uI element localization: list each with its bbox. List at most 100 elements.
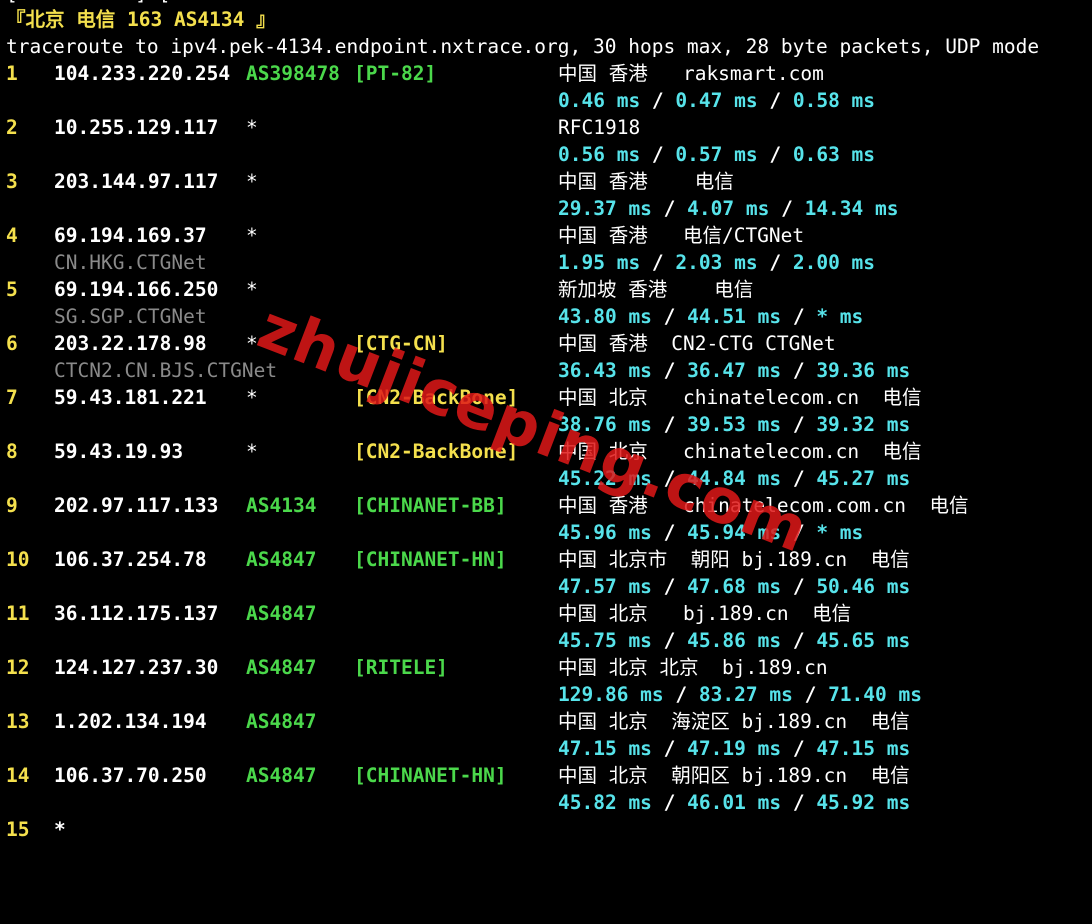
hop-number: 14 [6, 764, 30, 787]
hop-tag: [CTG-CN] [354, 332, 448, 355]
traceroute-command: traceroute to ipv4.pek-4134.endpoint.nxt… [6, 35, 1040, 58]
rtt-value: 71.40 ms [828, 683, 922, 706]
rtt-separator: / [781, 737, 817, 760]
hop-number: 6 [6, 332, 18, 355]
rtt-value: 45.86 ms [687, 629, 782, 652]
rtt-value: 36.47 ms [687, 359, 782, 382]
hop-rdns: SG.SGP.CTGNet [54, 305, 207, 328]
hop-location: 中国 北京 bj.189.cn 电信 [558, 602, 852, 625]
terminal-window[interactable]: [ ] [ 『北京 电信 163 AS4134 』 traceroute to … [0, 0, 1092, 842]
rtt-value: 47.15 ms [558, 737, 652, 760]
rtt-separator: / [781, 467, 817, 490]
hop-location: 中国 北京 chinatelecom.cn 电信 [558, 386, 922, 409]
hop-location: RFC1918 [558, 116, 641, 139]
hop-row-15: 15 * [6, 816, 66, 843]
hop-number: 11 [6, 602, 30, 625]
hop-rtt: 1.95 ms / 2.03 ms / 2.00 ms [558, 249, 875, 276]
rtt-separator: / [781, 521, 817, 544]
hop-number: 7 [6, 386, 18, 409]
rtt-value: 45.94 ms [687, 521, 782, 544]
rtt-separator: / [640, 143, 676, 166]
hop-rtt: 0.46 ms / 0.47 ms / 0.58 ms [558, 87, 875, 114]
hop-rtt: 38.76 ms / 39.53 ms / 39.32 ms [558, 411, 910, 438]
rtt-value: 50.46 ms [816, 575, 911, 598]
hop-rtt: 47.15 ms / 47.19 ms / 47.15 ms [558, 735, 910, 762]
rtt-value: 43.80 ms [558, 305, 652, 328]
rtt-value: 39.53 ms [687, 413, 782, 436]
hop-ip: 203.144.97.117 [54, 170, 219, 193]
rtt-value: 129.86 ms [558, 683, 664, 706]
hop-rtt: 43.80 ms / 44.51 ms / * ms [558, 303, 863, 330]
hop-rtt: 47.57 ms / 47.68 ms / 50.46 ms [558, 573, 910, 600]
hop-ip: 59.43.19.93 [54, 440, 184, 463]
hop-ip: 69.194.166.250 [54, 278, 219, 301]
hop-ip: 1.202.134.194 [54, 710, 207, 733]
hop-number: 10 [6, 548, 30, 571]
rtt-separator: / [651, 521, 688, 544]
rtt-separator: / [651, 413, 688, 436]
hop-location: 中国 北京市 朝阳 bj.189.cn 电信 [558, 548, 910, 571]
rtt-value: 47.15 ms [816, 737, 911, 760]
hop-location: 中国 北京 海淀区 bj.189.cn 电信 [558, 710, 910, 733]
hop-tag: [CHINANET-HN] [354, 548, 507, 571]
rtt-separator: / [781, 305, 817, 328]
rtt-value: * ms [816, 305, 864, 328]
hop-asn: AS4847 [246, 548, 317, 571]
cut-off-line: [ ] [ [6, 0, 170, 4]
hop-ip: 106.37.70.250 [54, 764, 207, 787]
rtt-value: 45.75 ms [558, 629, 652, 652]
rtt-value: 36.43 ms [558, 359, 652, 382]
hop-location: 中国 香港 CN2-CTG CTGNet [558, 332, 836, 355]
rtt-separator: / [781, 413, 817, 436]
rtt-separator: / [640, 251, 676, 274]
rtt-value: 29.37 ms [558, 197, 652, 220]
hop-rtt: 45.75 ms / 45.86 ms / 45.65 ms [558, 627, 910, 654]
hop-tag: [CHINANET-BB] [354, 494, 507, 517]
rtt-value: 46.01 ms [687, 791, 782, 814]
rtt-value: 45.65 ms [816, 629, 911, 652]
rtt-value: 14.34 ms [804, 197, 899, 220]
rtt-value: 83.27 ms [698, 683, 793, 706]
hop-number: 15 [6, 818, 30, 841]
hop-ip: 124.127.237.30 [54, 656, 219, 679]
hop-rtt: 36.43 ms / 36.47 ms / 39.36 ms [558, 357, 910, 384]
rtt-separator: / [769, 197, 805, 220]
rtt-separator: / [757, 89, 793, 112]
hop-location: 中国 香港 chinatelecom.com.cn 电信 [558, 494, 969, 517]
hop-asn: * [246, 386, 258, 409]
rtt-value: 1.95 ms [558, 251, 641, 274]
rtt-value: 2.03 ms [675, 251, 758, 274]
hop-location: 中国 香港 raksmart.com [558, 62, 824, 85]
rtt-value: 45.92 ms [816, 791, 911, 814]
rtt-separator: / [651, 197, 688, 220]
rtt-value: 45.22 ms [558, 467, 652, 490]
hop-tag: [CN2-BackBone] [354, 440, 519, 463]
hop-asn: * [246, 332, 258, 355]
rtt-value: 0.63 ms [792, 143, 876, 166]
rtt-separator: / [663, 683, 699, 706]
hop-location: 中国 北京 chinatelecom.cn 电信 [558, 440, 922, 463]
hop-asn: * [246, 440, 258, 463]
rtt-value: 39.36 ms [816, 359, 911, 382]
rtt-value: 47.68 ms [687, 575, 782, 598]
hop-number: 9 [6, 494, 18, 517]
hop-asn: AS4847 [246, 710, 317, 733]
hop-number: 1 [6, 62, 18, 85]
hop-tag: [CN2-BackBone] [354, 386, 519, 409]
rtt-value: 45.27 ms [816, 467, 911, 490]
rtt-value: 45.96 ms [558, 521, 652, 544]
rtt-separator: / [757, 251, 793, 274]
rtt-value: 44.51 ms [687, 305, 782, 328]
hop-rtt: 129.86 ms / 83.27 ms / 71.40 ms [558, 681, 922, 708]
rtt-separator: / [757, 143, 793, 166]
rtt-separator: / [651, 359, 688, 382]
rtt-separator: / [781, 359, 817, 382]
rtt-separator: / [651, 791, 688, 814]
hop-number: 13 [6, 710, 30, 733]
hop-ip: 203.22.178.98 [54, 332, 207, 355]
rtt-value: 45.82 ms [558, 791, 652, 814]
hop-tag: [CHINANET-HN] [354, 764, 507, 787]
hop-rtt: 29.37 ms / 4.07 ms / 14.34 ms [558, 195, 899, 222]
rtt-value: 2.00 ms [792, 251, 876, 274]
hop-asn: * [246, 170, 258, 193]
